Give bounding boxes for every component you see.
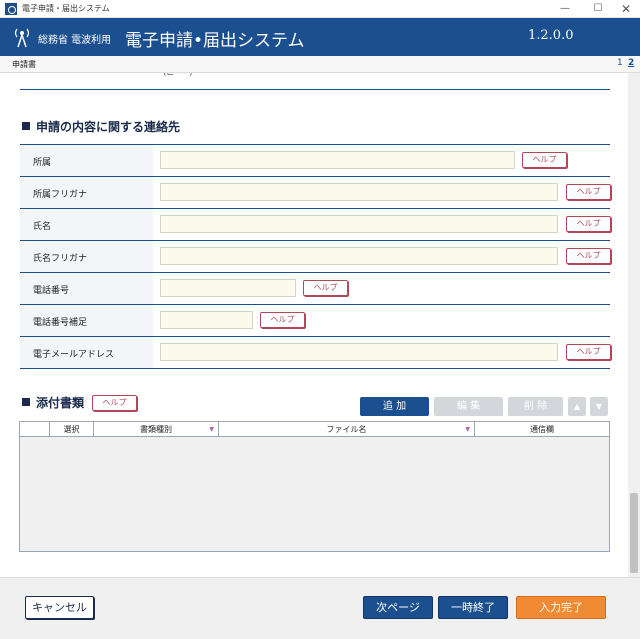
page-link-1[interactable]: 1 xyxy=(617,58,623,68)
field-label: 電話番号 xyxy=(33,286,70,296)
move-down-button[interactable]: ▼ xyxy=(590,397,608,416)
maximize-button[interactable]: ☐ xyxy=(586,1,610,17)
edit-attachment-button[interactable]: 編 集 xyxy=(434,397,503,416)
field-label: 電子メールアドレス xyxy=(33,350,115,360)
phone-note-field[interactable] xyxy=(160,311,253,329)
field-label: 氏名 xyxy=(33,222,52,232)
minimize-button[interactable]: — xyxy=(553,1,577,17)
form-row-affiliation-kana: 所属フリガナ ヘルプ xyxy=(20,177,611,209)
scrollbar-thumb[interactable] xyxy=(630,493,638,573)
help-button[interactable]: ヘルプ xyxy=(260,312,305,328)
form-row-name: 氏名 ヘルプ xyxy=(20,209,611,241)
column-header-doc-type[interactable]: 書類種別 ▼ xyxy=(94,422,219,437)
page-bar: 申請書 1 2 xyxy=(0,56,640,73)
affiliation-kana-field[interactable] xyxy=(160,183,558,201)
next-page-button[interactable]: 次ページ xyxy=(363,596,433,619)
close-button[interactable]: ✕ xyxy=(614,1,638,17)
column-header-index xyxy=(20,422,50,437)
field-label: 電話番号補足 xyxy=(33,318,88,328)
attachments-title: 添付書類 xyxy=(36,396,85,410)
section-bullet xyxy=(22,398,30,406)
app-icon xyxy=(5,3,17,15)
move-up-button[interactable]: ▲ xyxy=(568,397,586,416)
form-row-phone-note: 電話番号補足 ヘルプ xyxy=(20,305,610,337)
add-attachment-button[interactable]: 追 加 xyxy=(360,397,429,416)
complete-input-button[interactable]: 入力完了 xyxy=(516,596,606,619)
contact-form-table: 所属 ヘルプ 所属フリガナ ヘルプ 氏名 ヘルプ 氏名フリガナ ヘルプ 電話番号… xyxy=(20,144,611,369)
form-row-name-kana: 氏名フリガナ ヘルプ xyxy=(20,241,611,273)
version-label: 1.2.0.0 xyxy=(528,28,574,43)
cancel-button[interactable]: キャンセル xyxy=(25,596,94,619)
attachments-heading: 添付書類 xyxy=(22,394,84,411)
column-header-select[interactable]: 選択 xyxy=(50,422,94,437)
sort-icon: ▼ xyxy=(209,426,214,433)
column-header-file-name[interactable]: ファイル名 ▼ xyxy=(219,422,475,437)
previous-section-bottom: (⊏ - - ) xyxy=(20,73,610,90)
page-link-2[interactable]: 2 xyxy=(628,58,634,68)
email-field[interactable] xyxy=(160,343,558,361)
phone-field[interactable] xyxy=(160,279,296,297)
form-content: (⊏ - - ) 申請の内容に関する連絡先 所属 ヘルプ 所属フリガナ ヘルプ … xyxy=(0,73,628,577)
contact-section-heading: 申請の内容に関する連絡先 xyxy=(22,118,180,135)
pause-button[interactable]: 一時終了 xyxy=(438,596,508,619)
field-label: 所属 xyxy=(33,158,52,168)
vertical-scrollbar[interactable] xyxy=(628,73,640,577)
form-row-email: 電子メールアドレス ヘルプ xyxy=(20,337,611,369)
app-header: 総務省 電波利用 電子申請•届出システム 1.2.0.0 xyxy=(0,18,640,56)
column-header-notes[interactable]: 通信欄 xyxy=(475,422,609,437)
name-kana-field[interactable] xyxy=(160,247,558,265)
help-button[interactable]: ヘルプ xyxy=(566,184,611,200)
help-button[interactable]: ヘルプ xyxy=(303,280,348,296)
form-row-affiliation: 所属 ヘルプ xyxy=(20,145,610,177)
delete-attachment-button[interactable]: 削 除 xyxy=(508,397,563,416)
footer-bar: キャンセル 次ページ 一時終了 入力完了 xyxy=(0,577,640,639)
form-row-phone: 電話番号 ヘルプ xyxy=(20,273,610,305)
attachments-grid[interactable]: 選択 書類種別 ▼ ファイル名 ▼ 通信欄 xyxy=(19,421,610,552)
section-bullet xyxy=(22,122,30,130)
antenna-icon xyxy=(14,28,30,48)
help-button[interactable]: ヘルプ xyxy=(566,344,611,360)
help-button[interactable]: ヘルプ xyxy=(566,248,611,264)
ministry-label: 総務省 電波利用 xyxy=(38,35,112,46)
window-title: 電子申請・届出システム xyxy=(22,4,110,13)
system-title: 電子申請•届出システム xyxy=(125,31,305,51)
grid-header: 選択 書類種別 ▼ ファイル名 ▼ 通信欄 xyxy=(20,422,609,437)
help-button[interactable]: ヘルプ xyxy=(566,216,611,232)
document-name: 申請書 xyxy=(12,60,36,69)
help-button[interactable]: ヘルプ xyxy=(522,152,567,168)
attachments-help-button[interactable]: ヘルプ xyxy=(92,395,137,411)
affiliation-field[interactable] xyxy=(160,151,515,169)
contact-section-title: 申請の内容に関する連絡先 xyxy=(36,120,181,134)
sort-icon: ▼ xyxy=(465,426,470,433)
field-label: 所属フリガナ xyxy=(33,190,88,200)
window-titlebar: 電子申請・届出システム — ☐ ✕ xyxy=(0,0,640,18)
field-label: 氏名フリガナ xyxy=(33,254,88,264)
previous-section-cut-text: (⊏ - - ) xyxy=(163,73,193,78)
name-field[interactable] xyxy=(160,215,558,233)
